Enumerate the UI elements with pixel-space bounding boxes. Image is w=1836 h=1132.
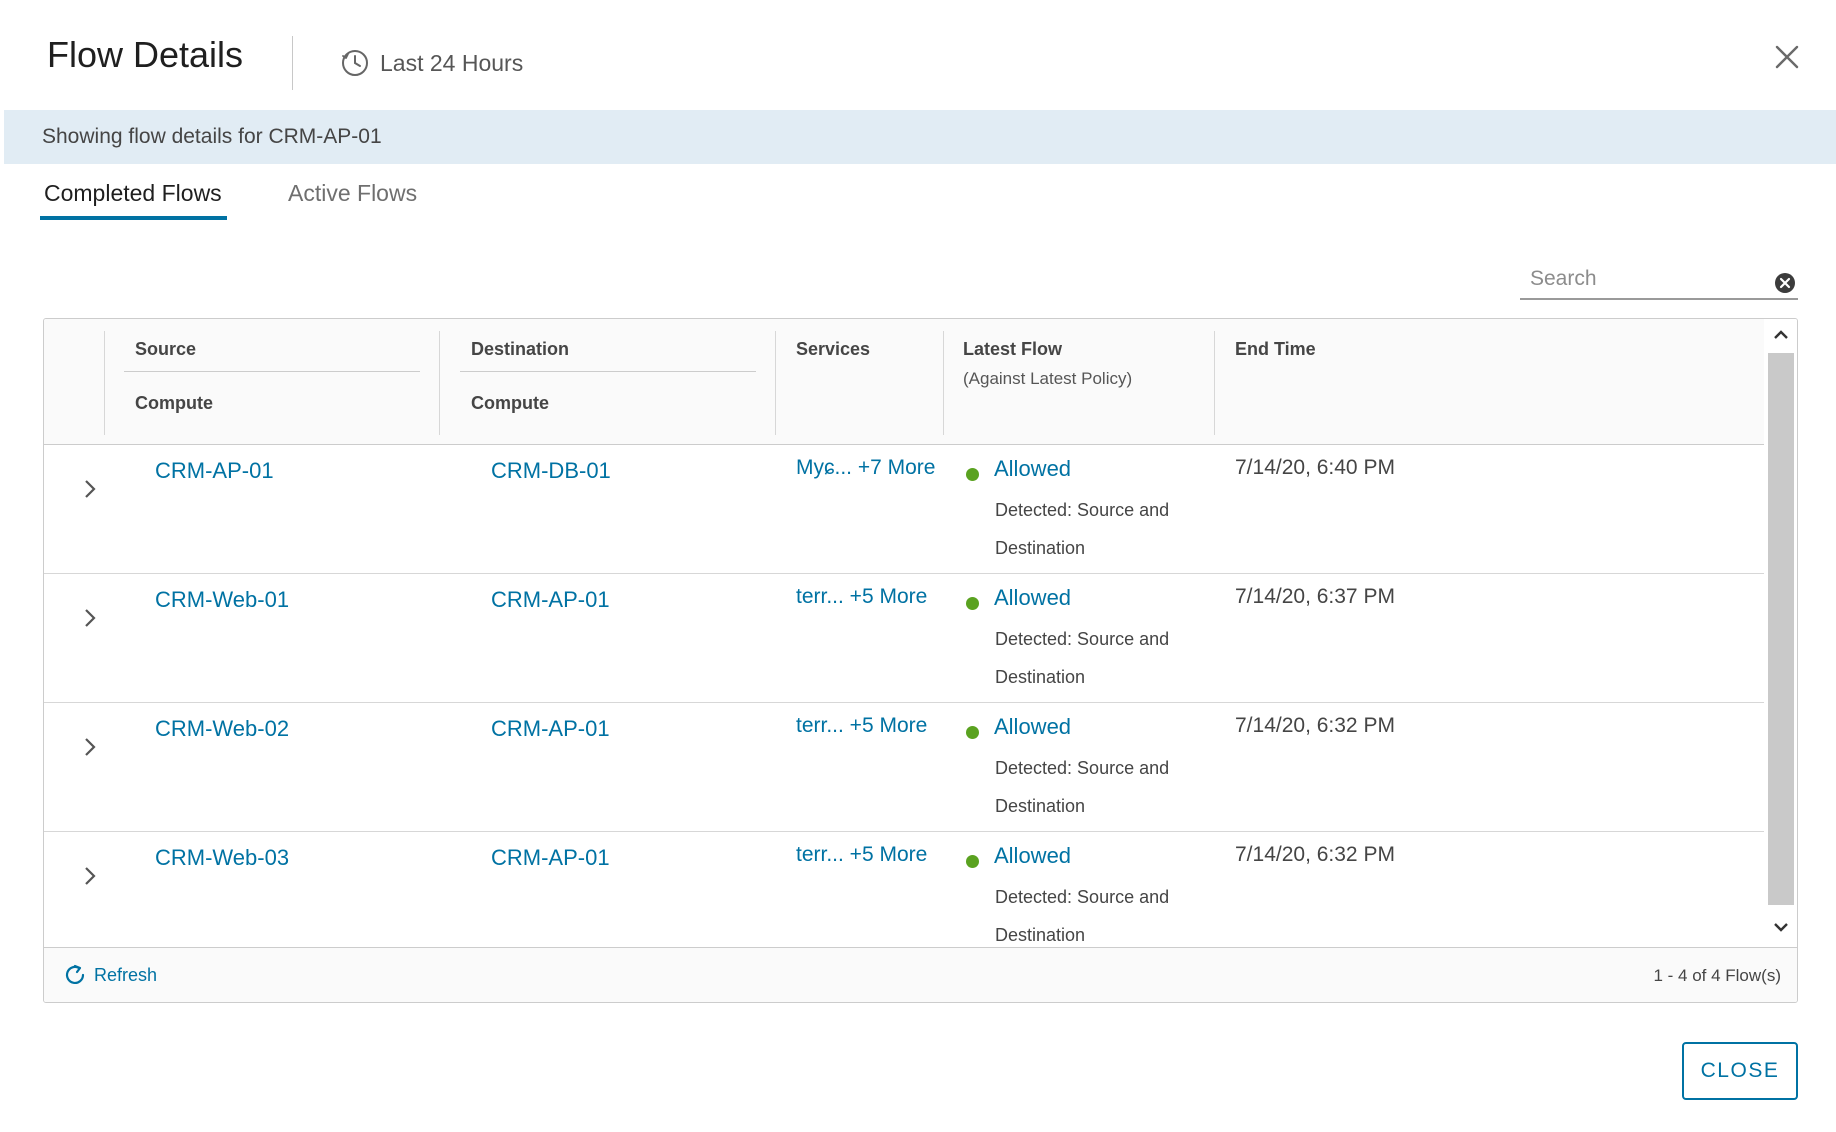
end-time: 7/14/20, 6:32 PM [1235, 843, 1395, 866]
header-source-compute[interactable]: Compute [135, 393, 213, 414]
refresh-icon [65, 964, 85, 984]
vertical-scrollbar[interactable] [1764, 319, 1797, 945]
status-dot [966, 468, 979, 481]
search-clear-icon[interactable] [1774, 272, 1796, 294]
end-time: 7/14/20, 6:37 PM [1235, 585, 1395, 608]
end-time: 7/14/20, 6:40 PM [1235, 456, 1395, 479]
chevron-right-icon[interactable] [80, 607, 100, 629]
status-link[interactable]: Allowed [994, 456, 1071, 482]
flows-table: Source Compute Destination Compute Servi… [43, 318, 1798, 1003]
header-services[interactable]: Services [796, 339, 870, 360]
refresh-button[interactable]: Refresh [62, 962, 157, 988]
destination-link[interactable]: CRM-AP-01 [491, 845, 610, 871]
table-row: CRM-Web-01 CRM-AP-01 terr... +5 More All… [44, 575, 1764, 703]
header-source[interactable]: Source [135, 339, 196, 360]
title-divider [292, 36, 293, 90]
status-link[interactable]: Allowed [994, 714, 1071, 740]
table-footer: Refresh 1 - 4 of 4 Flow(s) [44, 947, 1797, 1002]
info-banner: Showing flow details for CRM-AP-01 [4, 110, 1836, 164]
destination-link[interactable]: CRM-AP-01 [491, 587, 610, 613]
chevron-right-icon[interactable] [80, 478, 100, 500]
status-dot [966, 726, 979, 739]
source-link[interactable]: CRM-AP-01 [155, 458, 274, 484]
refresh-label: Refresh [94, 964, 158, 985]
detected-text: Detected: Source and Destination [995, 500, 1170, 558]
scroll-down-icon[interactable] [1771, 917, 1791, 937]
header-latest-flow[interactable]: Latest Flow [963, 339, 1062, 360]
chevron-right-icon[interactable] [80, 865, 100, 887]
tab-active-flows[interactable]: Active Flows [288, 180, 417, 207]
search-input[interactable] [1530, 264, 1750, 294]
header-group-line [124, 371, 420, 372]
end-time: 7/14/20, 6:32 PM [1235, 714, 1395, 737]
header-latest-flow-sub: (Against Latest Policy) [963, 369, 1133, 388]
column-separator [1214, 331, 1215, 435]
destination-link[interactable]: CRM-DB-01 [491, 458, 611, 484]
services-link[interactable]: terr... +5 More [796, 843, 927, 867]
services-link[interactable]: terr... +5 More [796, 714, 927, 738]
close-button[interactable]: CLOSE [1682, 1042, 1798, 1100]
scroll-up-icon[interactable] [1771, 325, 1791, 345]
table-row: CRM-Web-02 CRM-AP-01 terr... +5 More All… [44, 704, 1764, 832]
scroll-thumb[interactable] [1768, 353, 1794, 905]
status-dot [966, 855, 979, 868]
search-box [1520, 262, 1798, 300]
source-link[interactable]: CRM-Web-03 [155, 845, 289, 871]
status-dot [966, 597, 979, 610]
time-range-selector[interactable]: Last 24 Hours [340, 48, 523, 78]
column-separator [943, 331, 944, 435]
info-banner-text: Showing flow details for CRM-AP-01 [42, 125, 382, 148]
column-separator [775, 331, 776, 435]
chevron-right-icon[interactable] [80, 736, 100, 758]
detected-text: Detected: Source and Destination [995, 758, 1170, 816]
header-destination-compute[interactable]: Compute [471, 393, 549, 414]
table-header: Source Compute Destination Compute Servi… [44, 319, 1764, 445]
status-link[interactable]: Allowed [994, 585, 1071, 611]
time-range-label: Last 24 Hours [380, 49, 524, 76]
services-link[interactable]: Myɕ... +7 More [796, 456, 935, 480]
detected-text: Detected: Source and Destination [995, 629, 1170, 687]
status-link[interactable]: Allowed [994, 843, 1071, 869]
column-separator [439, 331, 440, 435]
table-row: CRM-Web-03 CRM-AP-01 terr... +5 More All… [44, 833, 1764, 961]
header-group-line [460, 371, 756, 372]
dialog-title: Flow Details [47, 34, 244, 75]
table-row: CRM-AP-01 CRM-DB-01 Myɕ... +7 More Allow… [44, 446, 1764, 574]
close-icon[interactable] [1770, 40, 1804, 74]
destination-link[interactable]: CRM-AP-01 [491, 716, 610, 742]
services-link[interactable]: terr... +5 More [796, 585, 927, 609]
detected-text: Detected: Source and Destination [995, 887, 1170, 945]
tab-completed-flows[interactable]: Completed Flows [40, 180, 227, 220]
header-end-time[interactable]: End Time [1235, 339, 1316, 360]
header-destination[interactable]: Destination [471, 339, 569, 360]
column-separator [104, 331, 105, 435]
source-link[interactable]: CRM-Web-02 [155, 716, 289, 742]
dialog-header: Flow Details Last 24 Hours [0, 0, 1836, 108]
clock-icon [342, 50, 368, 76]
source-link[interactable]: CRM-Web-01 [155, 587, 289, 613]
pagination-summary: 1 - 4 of 4 Flow(s) [1653, 966, 1781, 985]
